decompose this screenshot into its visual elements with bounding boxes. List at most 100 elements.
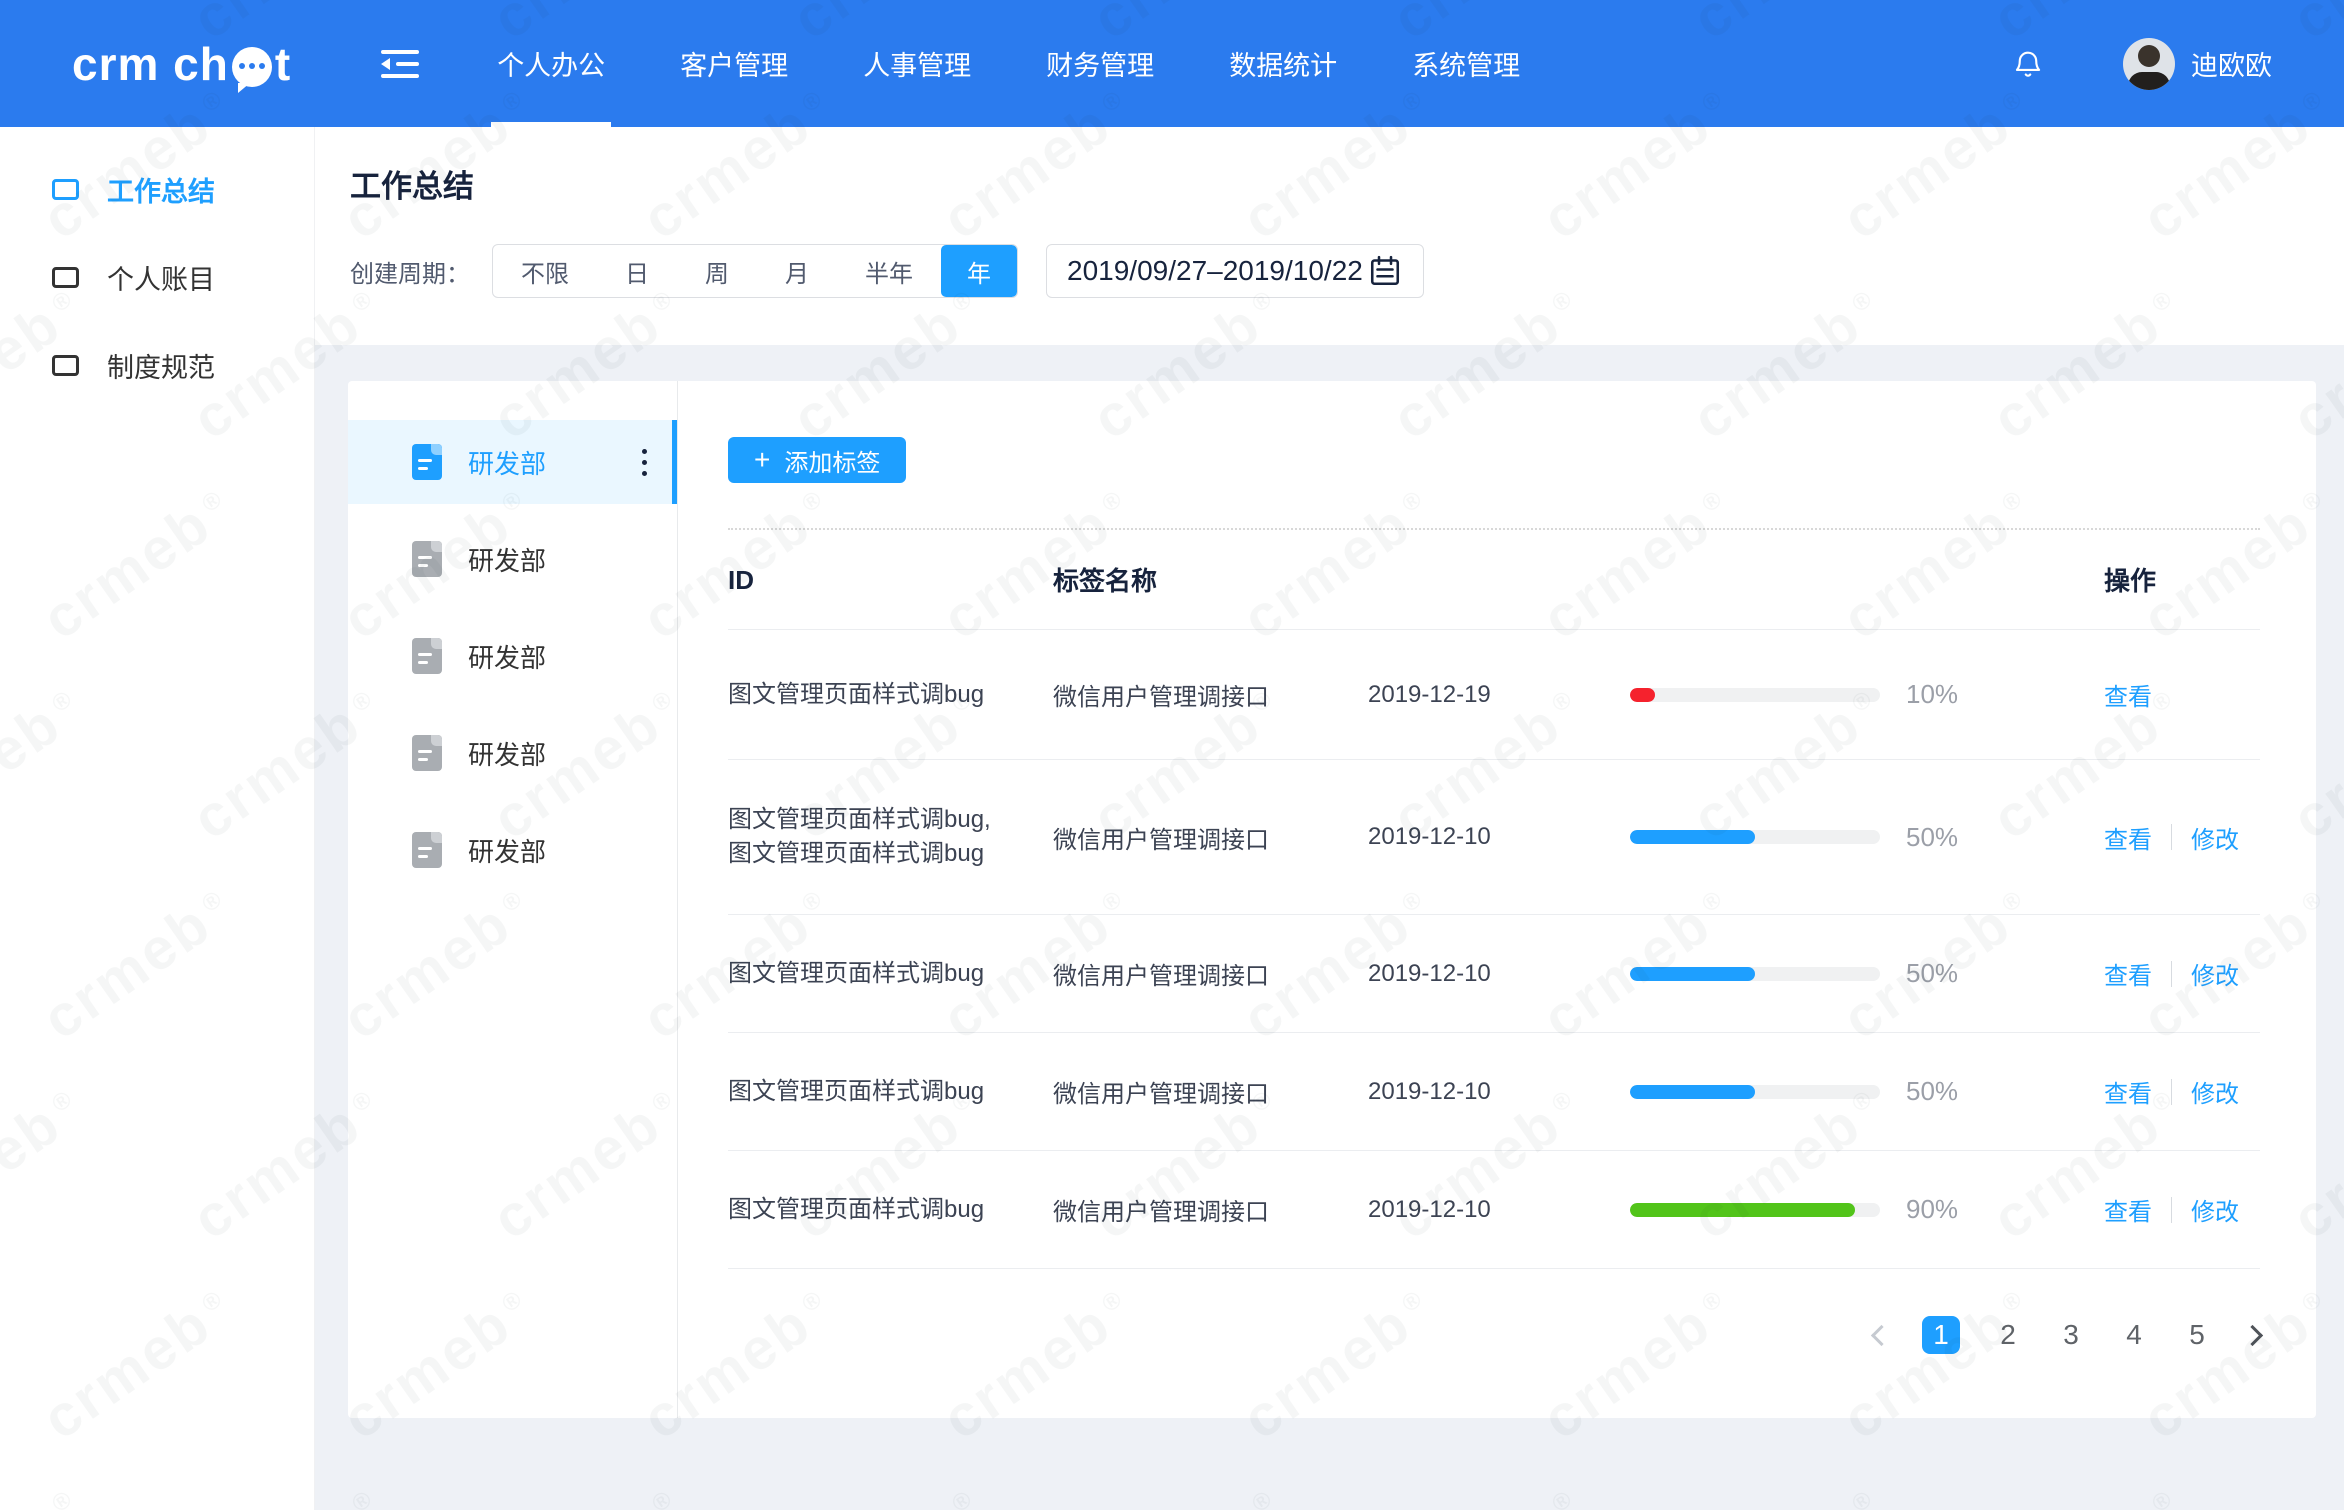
header-tag-name: 标签名称 [1053,561,1368,598]
table-row: 图文管理页面样式调bug, 图文管理页面样式调bug 微信用户管理调接口 201… [728,760,2260,915]
progress-fill [1630,688,1655,702]
row-tag-name: 微信用户管理调接口 [1053,1192,1368,1227]
category-item-rd-dept[interactable]: 研发部 [348,614,677,698]
content-card: 研发部 研发部 研发部 研发部 研发部 [348,381,2316,1418]
category-item-rd-dept[interactable]: 研发部 [348,420,677,504]
view-link[interactable]: 查看 [2104,956,2152,991]
filter-label: 创建周期： [350,254,470,289]
row-actions: 查看 修改 [2082,1192,2260,1227]
user-avatar[interactable] [2123,38,2175,90]
progress-percent: 50% [1906,822,1958,853]
top-navbar: crm ch t 个人办公 客户管理 人事管理 财务管理 数据统计 系统管理 [0,0,2344,127]
row-progress: 90% [1630,1194,2000,1225]
edit-link[interactable]: 修改 [2191,956,2239,991]
sidebar-item-personal-accounts[interactable]: 个人账目 [0,233,314,321]
period-unlimited[interactable]: 不限 [493,245,597,297]
progress-fill [1630,1085,1755,1099]
row-id: 图文管理页面样式调bug [728,1075,1053,1109]
menu-fold-icon[interactable] [381,50,419,78]
page-button-4[interactable]: 4 [2119,1319,2149,1351]
table-row: 图文管理页面样式调bug 微信用户管理调接口 2019-12-10 50% 查看… [728,1033,2260,1151]
row-id: 图文管理页面样式调bug [728,1193,1053,1227]
table-row: 图文管理页面样式调bug 微信用户管理调接口 2019-12-10 90% 查看… [728,1151,2260,1269]
progress-track [1630,1085,1880,1099]
period-month[interactable]: 月 [757,245,837,297]
view-link[interactable]: 查看 [2104,820,2152,855]
action-divider [2171,1197,2172,1223]
chat-bubble-icon [232,47,272,87]
row-progress: 10% [1630,679,2000,710]
nav-item-hr-mgmt[interactable]: 人事管理 [863,0,971,127]
nav-item-personal-office[interactable]: 个人办公 [497,0,605,127]
progress-percent: 10% [1906,679,1958,710]
edit-link[interactable]: 修改 [2191,1192,2239,1227]
table-header: ID 标签名称 操作 [728,530,2260,630]
header-id: ID [728,563,1053,597]
panel-icon [52,267,79,288]
row-tag-name: 微信用户管理调接口 [1053,956,1368,991]
prev-page-button[interactable] [1871,1324,1892,1345]
page-button-1[interactable]: 1 [1922,1316,1960,1354]
next-page-button[interactable] [2242,1324,2263,1345]
progress-track [1630,830,1880,844]
row-date: 2019-12-10 [1368,823,1630,851]
kebab-menu-icon[interactable] [636,443,653,482]
row-tag-name: 微信用户管理调接口 [1053,1074,1368,1109]
sidebar-item-work-summary[interactable]: 工作总结 [0,145,314,233]
active-indicator-bar [672,420,677,504]
page-button-3[interactable]: 3 [2056,1319,2086,1351]
nav-item-finance-mgmt[interactable]: 财务管理 [1046,0,1154,127]
table-row: 图文管理页面样式调bug 微信用户管理调接口 2019-12-19 10% 查看 [728,630,2260,760]
page-button-2[interactable]: 2 [1993,1319,2023,1351]
row-actions: 查看 [2082,677,2260,712]
edit-link[interactable]: 修改 [2191,820,2239,855]
view-link[interactable]: 查看 [2104,1192,2152,1227]
date-range-input[interactable]: 2019/09/27–2019/10/22 [1046,244,1424,298]
add-tag-button[interactable]: + 添加标签 [728,437,906,483]
nav-item-data-stats[interactable]: 数据统计 [1229,0,1337,127]
bell-icon[interactable] [2011,44,2045,84]
progress-percent: 90% [1906,1194,1958,1225]
category-item-rd-dept[interactable]: 研发部 [348,711,677,795]
period-year[interactable]: 年 [941,245,1017,297]
header-action: 操作 [2082,561,2260,598]
app-logo: crm ch t [72,37,291,91]
period-half-year[interactable]: 半年 [837,245,941,297]
progress-track [1630,688,1880,702]
view-link[interactable]: 查看 [2104,677,2152,712]
main-nav: 个人办公 客户管理 人事管理 财务管理 数据统计 系统管理 [497,0,1595,127]
category-list: 研发部 研发部 研发部 研发部 研发部 [348,381,678,1418]
row-actions: 查看 修改 [2082,1074,2260,1109]
period-day[interactable]: 日 [597,245,677,297]
progress-percent: 50% [1906,1076,1958,1107]
navbar-right: 迪欧欧 [2011,38,2272,90]
row-date: 2019-12-10 [1368,960,1630,988]
document-icon [412,541,442,577]
document-icon [412,444,442,480]
nav-item-system-mgmt[interactable]: 系统管理 [1412,0,1520,127]
panel-icon [52,179,79,200]
nav-item-customer-mgmt[interactable]: 客户管理 [680,0,788,127]
progress-percent: 50% [1906,958,1958,989]
username[interactable]: 迪欧欧 [2191,44,2272,83]
row-actions: 查看 修改 [2082,956,2260,991]
logo-text-right: t [275,37,291,91]
progress-fill [1630,830,1755,844]
page-title: 工作总结 [350,161,474,206]
tag-table-area: + 添加标签 ID 标签名称 操作 图文管理页面样式调bug 微信用户管理调接口… [678,381,2316,1418]
period-week[interactable]: 周 [677,245,757,297]
action-divider [2171,824,2172,850]
sidebar-item-rules[interactable]: 制度规范 [0,321,314,409]
edit-link[interactable]: 修改 [2191,1074,2239,1109]
page-button-5[interactable]: 5 [2182,1319,2212,1351]
view-link[interactable]: 查看 [2104,1074,2152,1109]
row-progress: 50% [1630,958,2000,989]
category-item-rd-dept[interactable]: 研发部 [348,517,677,601]
row-tag-name: 微信用户管理调接口 [1053,820,1368,855]
action-divider [2171,961,2172,987]
row-date: 2019-12-19 [1368,681,1630,709]
category-item-rd-dept[interactable]: 研发部 [348,808,677,892]
plus-icon: + [754,446,770,474]
workspace: 研发部 研发部 研发部 研发部 研发部 [315,345,2344,1510]
sidebar: 工作总结 个人账目 制度规范 [0,127,315,1510]
